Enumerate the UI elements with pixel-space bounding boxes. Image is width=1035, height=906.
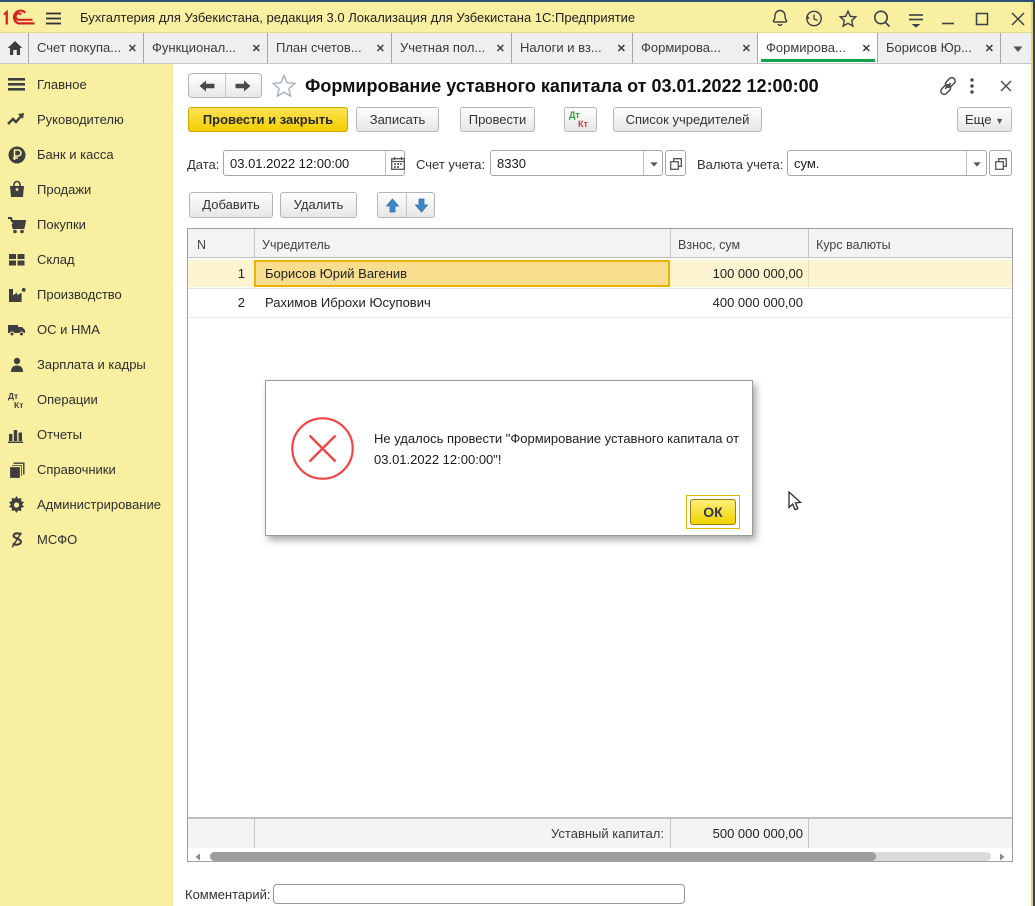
svg-text:Кт: Кт <box>14 400 23 410</box>
